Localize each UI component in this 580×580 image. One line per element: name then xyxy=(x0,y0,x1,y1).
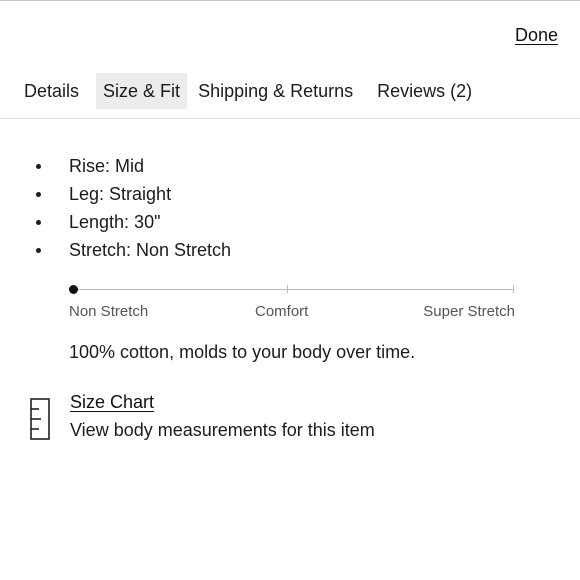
stretch-tick-super xyxy=(513,285,514,293)
stretch-tick-comfort xyxy=(287,285,288,293)
tab-size-fit[interactable]: Size & Fit xyxy=(96,73,188,109)
bullet-icon xyxy=(36,164,41,169)
material-description: 100% cotton, molds to your body over tim… xyxy=(69,342,416,362)
spec-length-text: Length: 30" xyxy=(69,212,161,232)
top-divider xyxy=(0,0,580,1)
spec-stretch-text: Stretch: Non Stretch xyxy=(69,240,232,260)
bullet-icon xyxy=(36,192,41,197)
bullet-icon xyxy=(36,248,41,253)
tab-bar: Details Size & Fit Shipping & Returns Re… xyxy=(17,73,483,109)
bullet-icon xyxy=(36,220,41,225)
tabs-divider xyxy=(0,118,580,119)
done-button[interactable]: Done xyxy=(515,25,558,46)
spec-length: Length: 30" xyxy=(36,208,231,236)
stretch-label-super-stretch: Super Stretch xyxy=(423,303,515,320)
tab-reviews[interactable]: Reviews (2) xyxy=(370,73,479,109)
size-chart-description: View body measurements for this item xyxy=(70,420,375,440)
size-chart-link[interactable]: Size Chart xyxy=(70,392,154,413)
stretch-marker xyxy=(69,285,78,294)
spec-stretch: Stretch: Non Stretch xyxy=(36,236,231,264)
tab-shipping-returns[interactable]: Shipping & Returns xyxy=(191,73,360,109)
stretch-track xyxy=(73,289,514,290)
spec-rise-text: Rise: Mid xyxy=(69,156,145,176)
spec-rise: Rise: Mid xyxy=(36,152,231,180)
stretch-label-non-stretch: Non Stretch xyxy=(69,303,149,320)
ruler-icon xyxy=(30,398,50,440)
tab-details[interactable]: Details xyxy=(17,73,86,109)
stretch-label-comfort: Comfort xyxy=(255,303,309,320)
stretch-scale: Non Stretch Comfort Super Stretch xyxy=(69,283,515,323)
fit-spec-list: Rise: Mid Leg: Straight Length: 30" Stre… xyxy=(36,152,231,264)
spec-leg: Leg: Straight xyxy=(36,180,231,208)
size-chart-section: Size Chart View body measurements for th… xyxy=(30,392,430,448)
spec-leg-text: Leg: Straight xyxy=(69,184,172,204)
